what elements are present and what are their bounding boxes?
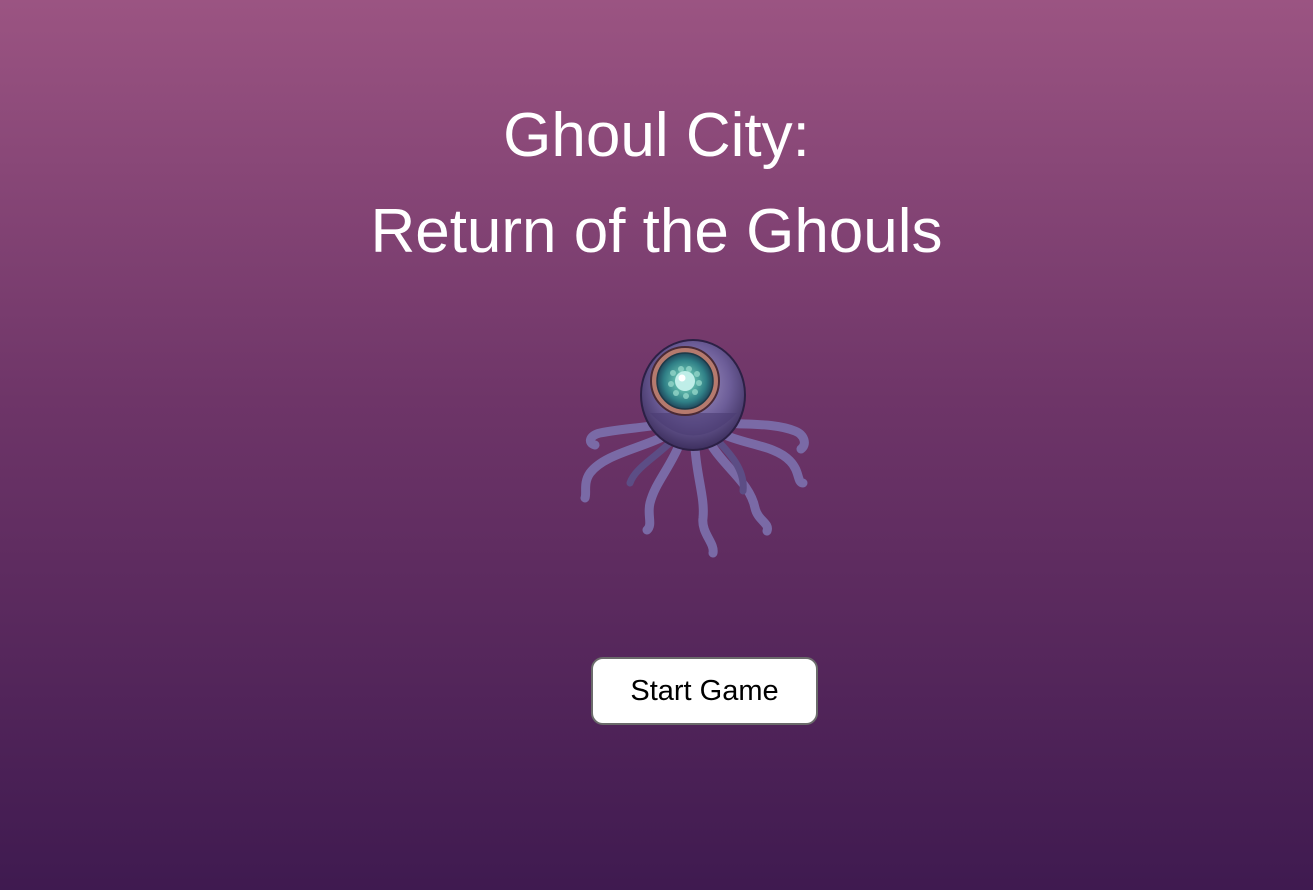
start-game-button[interactable]: Start Game: [591, 657, 818, 725]
game-title-line-2: Return of the Ghouls: [370, 197, 943, 266]
title-block: Ghoul City: Return of the Ghouls: [0, 88, 1313, 280]
eye-tentacle-monster-icon: [580, 339, 809, 558]
game-title-line-1: Ghoul City:: [503, 101, 810, 170]
